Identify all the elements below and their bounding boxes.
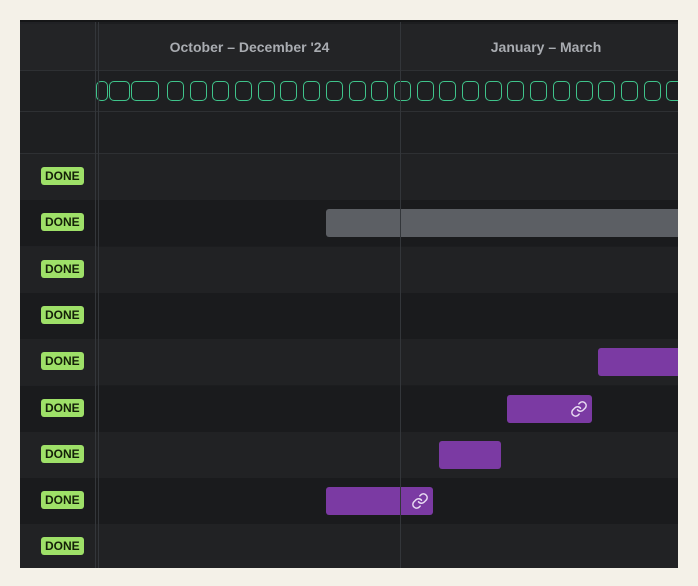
week-cell[interactable] [326,81,343,101]
column-divider [98,22,99,568]
week-cell[interactable] [190,81,207,101]
status-badge: DONE [41,213,84,232]
table-row[interactable]: DONE [20,154,678,200]
column-divider [95,22,96,568]
quarter-label-q4: October – December '24 [169,39,330,55]
week-cell[interactable] [417,81,434,101]
link-icon[interactable] [411,492,429,510]
week-cell[interactable] [349,81,366,101]
week-cell[interactable] [598,81,615,101]
week-cell[interactable] [576,81,593,101]
status-badge: DONE [41,352,84,371]
link-icon[interactable] [570,400,588,418]
week-cell[interactable] [280,81,297,101]
table-row[interactable]: DONE [20,524,678,568]
status-badge: DONE [41,398,84,417]
week-cell[interactable] [131,81,159,101]
table-row[interactable]: DONE [20,246,678,293]
timeline-bar[interactable] [598,348,678,377]
week-cell[interactable] [303,81,320,101]
week-cell[interactable] [644,81,661,101]
week-cell[interactable] [258,81,275,101]
week-cell[interactable] [553,81,570,101]
timeline-bar[interactable] [507,394,592,423]
week-cell[interactable] [371,81,388,101]
quarter-label-q1: January – March [490,39,602,55]
week-cell[interactable] [212,81,229,101]
timeline-bar[interactable] [326,487,433,516]
status-badge: DONE [41,259,84,278]
week-cell[interactable] [167,81,184,101]
table-row[interactable]: DONE [20,478,678,525]
week-cell[interactable] [439,81,456,101]
week-cell[interactable] [666,81,678,101]
status-badge: DONE [41,305,84,324]
timeline-bar[interactable] [326,209,678,238]
week-cell[interactable] [394,81,411,101]
table-row[interactable]: DONE [20,385,678,432]
week-cell[interactable] [485,81,502,101]
week-cell[interactable] [507,81,524,101]
status-badge: DONE [41,537,84,556]
week-cell[interactable] [109,81,130,101]
week-cell[interactable] [621,81,638,101]
week-cell[interactable] [530,81,547,101]
table-row[interactable]: DONE [20,431,678,478]
header-spacer-row [20,112,678,154]
timeline-header: October – December '24 January – March [20,24,678,71]
gantt-timeline: October – December '24 January – March D… [20,20,678,568]
quarter-divider [400,22,401,568]
table-row[interactable]: DONE [20,339,678,386]
week-strip [20,71,678,112]
status-badge: DONE [41,491,84,510]
status-badge: DONE [41,444,84,463]
table-row[interactable]: DONE [20,292,678,339]
status-badge: DONE [41,167,84,185]
table-row[interactable]: DONE [20,200,678,247]
week-cell[interactable] [235,81,252,101]
week-cell[interactable] [462,81,479,101]
timeline-bar[interactable] [439,440,501,469]
